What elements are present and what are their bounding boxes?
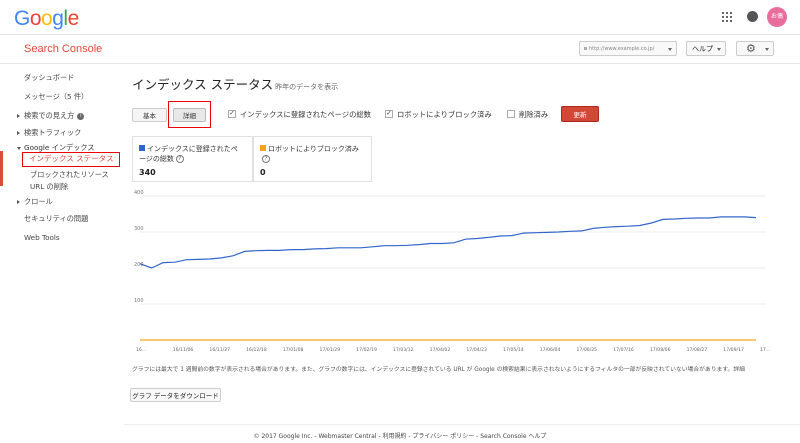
logo-letter: g [52, 7, 64, 30]
series-line-indexed-total[interactable] [139, 216, 757, 269]
sidebar: ダッシュボード メッセージ（5 件） 検索での見え方 i 検索トラフィック Goo… [0, 64, 124, 424]
help-question-icon[interactable]: ? [262, 155, 270, 163]
checkbox-indexed-total[interactable]: ✓ インデックスに登録されたページの総数 [228, 110, 371, 120]
x-tick-label: 17/01/08 [283, 347, 304, 353]
legend-label-line1: ロボットによりブロック済み [268, 145, 359, 153]
sidebar-item-messages[interactable]: メッセージ（5 件） [24, 92, 88, 102]
help-label: ヘルプ [692, 45, 713, 53]
legend-swatch-blue [139, 145, 145, 151]
x-tick-label: 17... [760, 347, 770, 353]
logo-letter: G [14, 7, 30, 30]
x-tick-label: 16/11/06 [173, 347, 194, 353]
sidebar-item-search-traffic[interactable]: 検索トラフィック [17, 128, 81, 138]
highlight-box [168, 101, 211, 128]
legend-blocked-by-robots[interactable]: ロボットによりブロック済み ? 0 [253, 136, 372, 182]
notifications-bell-icon[interactable] [747, 11, 758, 22]
legend-swatch-orange [260, 145, 266, 151]
footer: © 2017 Google Inc. - Webmaster Central -… [253, 433, 547, 440]
x-tick-label: 17/08/06 [650, 347, 671, 353]
site-favicon-icon [584, 47, 587, 50]
sidebar-item-security-issues[interactable]: セキュリティの問題 [24, 214, 88, 224]
legend-label: インデックスに登録されたペ ージの総数? [139, 144, 238, 164]
sidebar-item-label: Google インデックス [24, 143, 95, 152]
logo-letter: e [67, 7, 80, 30]
x-tick-label: 17/05/14 [503, 347, 524, 353]
chevron-down-icon [17, 146, 21, 150]
download-chart-data-button[interactable]: グラフ データをダウンロード [130, 388, 221, 402]
x-tick-label: 17/08/27 [687, 347, 708, 353]
site-selector-value: http://www.example.co.jp/ [589, 46, 655, 52]
x-tick-label: 17/02/19 [356, 347, 377, 353]
x-tick-label: 17/03/12 [393, 347, 414, 353]
search-console-bar: Search Console http://www.example.co.jp/… [0, 35, 800, 64]
logo-letter: o [29, 7, 42, 30]
x-tick-label: 16/11/27 [209, 347, 230, 353]
sidebar-item-blocked-resources[interactable]: ブロックされたリソース [30, 170, 109, 180]
x-tick-label: 17/06/04 [540, 347, 561, 353]
index-status-chart: 400300200100 16... 16/11/06 16/11/27 16/12/… [134, 190, 770, 353]
checkbox-blocked-by-robots[interactable]: ✓ ロボットによりブロック済み [385, 110, 492, 120]
legend-value: 0 [260, 168, 266, 177]
google-logo[interactable]: Google [14, 7, 79, 31]
sidebar-item-label: 検索トラフィック [24, 128, 82, 137]
x-tick-label: 17/04/23 [466, 347, 487, 353]
checkbox-checked-icon: ✓ [385, 109, 393, 118]
legend-value: 340 [139, 168, 156, 177]
checkbox-label: ロボットによりブロック済み [397, 110, 492, 119]
active-nav-indicator [0, 151, 3, 186]
help-button[interactable]: ヘルプ [686, 41, 726, 56]
page-title: インデックス ステータス 昨年のデータを表示 [132, 74, 338, 93]
chevron-right-icon [17, 200, 20, 204]
checkbox-label: 削除済み [519, 110, 549, 119]
checkbox-removed[interactable]: 削除済み [507, 110, 548, 120]
site-selector[interactable]: http://www.example.co.jp/ [579, 41, 677, 56]
search-console-title[interactable]: Search Console [24, 43, 102, 55]
apps-grid-icon[interactable] [722, 12, 732, 22]
legend-label-line2: ージの総数 [139, 155, 174, 163]
page-title-text: インデックス ステータス [132, 77, 274, 92]
chevron-down-icon [668, 48, 672, 51]
checkbox-label: インデックスに登録されたページの総数 [240, 110, 371, 119]
chevron-down-icon [765, 48, 769, 51]
x-tick-label: 17/07/16 [613, 347, 634, 353]
y-tick-label: 300 [134, 226, 144, 232]
divider [124, 424, 800, 425]
chevron-down-icon [717, 48, 721, 51]
sidebar-item-crawl[interactable]: クロール [17, 197, 53, 207]
x-tick-label: 17/04/02 [430, 347, 451, 353]
x-tick-label: 17/01/29 [320, 347, 341, 353]
sidebar-item-dashboard[interactable]: ダッシュボード [24, 73, 74, 83]
legend-label-line1: インデックスに登録されたペ [147, 145, 238, 153]
x-tick-label: 17/09/17 [723, 347, 744, 353]
sidebar-item-url-removal[interactable]: URL の削除 [30, 182, 68, 192]
sidebar-item-label: クロール [24, 197, 53, 206]
checkbox-checked-icon: ✓ [228, 109, 236, 118]
sidebar-item-label: 検索での見え方 [24, 111, 75, 120]
checkbox-unchecked-icon [507, 110, 515, 118]
top-bar: Google お偶 [0, 0, 800, 35]
sidebar-item-web-tools[interactable]: Web Tools [24, 233, 60, 242]
y-tick-label: 400 [134, 190, 144, 196]
page-subtitle: 昨年のデータを表示 [275, 83, 339, 91]
x-tick-label: 16/12/18 [246, 347, 267, 353]
chart-note: グラフには最大で 1 週間前の数字が表示される場合があります。また、グラフの数字… [132, 367, 745, 373]
help-question-icon[interactable]: ? [175, 155, 184, 163]
x-tick-label: 17/06/25 [576, 347, 597, 353]
x-tick-label: 16... [136, 347, 146, 353]
settings-button[interactable]: ⚙ [736, 41, 774, 56]
gear-icon: ⚙ [746, 42, 756, 55]
chevron-right-icon [17, 131, 20, 135]
info-icon[interactable]: i [77, 112, 85, 120]
chevron-right-icon [17, 114, 20, 118]
logo-letter: o [41, 7, 53, 30]
avatar[interactable]: お偶 [767, 7, 787, 27]
update-button[interactable]: 更新 [561, 106, 599, 122]
sidebar-item-index-status[interactable]: インデックス ステータス [22, 152, 120, 167]
tab-basic[interactable]: 基本 [132, 108, 167, 122]
legend-label: ロボットによりブロック済み ? [260, 144, 359, 164]
legend-indexed-total[interactable]: インデックスに登録されたペ ージの総数? 340 [132, 136, 253, 182]
sidebar-item-search-appearance[interactable]: 検索での見え方 i [17, 111, 85, 121]
y-tick-label: 100 [134, 298, 144, 304]
